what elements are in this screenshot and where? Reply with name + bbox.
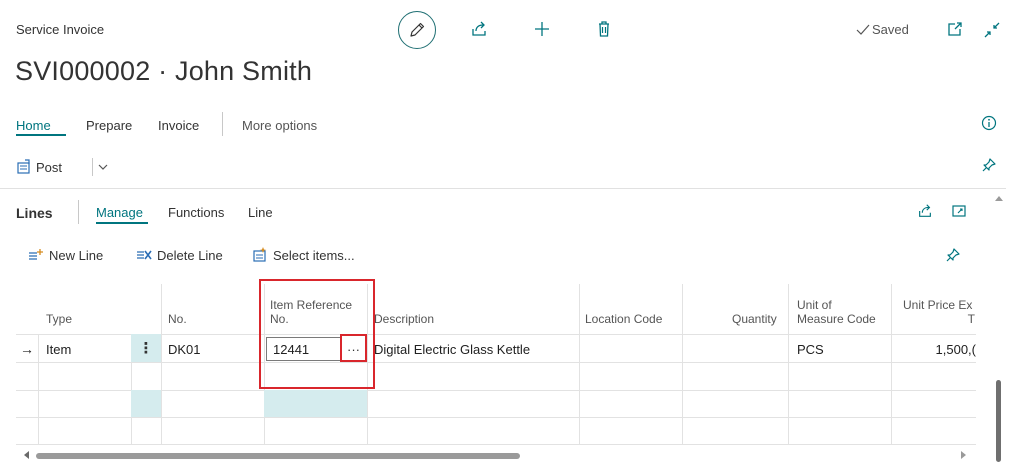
open-new-window-button[interactable] (946, 20, 964, 38)
row-indicator-arrow: → (20, 341, 34, 357)
empty-row-highlight (131, 390, 161, 417)
section-divider (0, 188, 1006, 189)
select-items-button[interactable]: Select items... (252, 245, 355, 265)
pencil-icon (410, 22, 425, 37)
tab-invoice[interactable]: Invoice (158, 118, 199, 133)
vertical-scrollbar-thumb[interactable] (996, 380, 1001, 462)
new-button[interactable] (531, 18, 553, 40)
plus-icon (535, 22, 549, 36)
grid-line (579, 284, 580, 444)
post-button[interactable]: Post (16, 156, 62, 178)
collapse-button[interactable] (982, 20, 1002, 40)
lines-expand-button[interactable] (950, 202, 968, 220)
column-header-location-code[interactable]: Location Code (585, 312, 662, 326)
lines-tab-functions[interactable]: Functions (168, 205, 224, 220)
share-button[interactable] (468, 18, 490, 40)
edit-button[interactable] (398, 11, 436, 49)
new-line-button[interactable]: New Line (28, 245, 103, 265)
cell-no[interactable]: DK01 (168, 342, 201, 357)
column-header-item-reference-line1: Item Reference (270, 298, 353, 312)
grid-line (16, 444, 976, 445)
grid-line (161, 284, 162, 444)
column-header-item-reference-line2: No. (270, 312, 289, 326)
delete-line-button[interactable]: Delete Line (136, 245, 223, 265)
lines-share-button[interactable] (916, 202, 934, 220)
pin-lines-actions-button[interactable] (944, 246, 962, 264)
lines-active-tab-indicator (96, 222, 148, 224)
grid-line (16, 417, 976, 418)
item-reference-lookup-button[interactable]: ··· (342, 338, 365, 360)
horizontal-scrollbar-thumb[interactable] (36, 453, 520, 459)
lines-divider (78, 200, 79, 224)
post-icon (17, 159, 30, 174)
collapse-icon (984, 22, 1000, 38)
column-header-uom-line1: Unit of (797, 298, 832, 312)
scroll-left-button[interactable] (22, 450, 32, 460)
row-menu-button[interactable]: ⋮ (131, 334, 161, 362)
column-header-uom-line2: Measure Code (797, 312, 876, 326)
grid-line (682, 284, 683, 444)
column-header-unit-price-line1: Unit Price Ex (903, 298, 973, 312)
chevron-down-icon (98, 164, 108, 170)
lines-tab-line[interactable]: Line (248, 205, 273, 220)
column-header-unit-of-measure[interactable]: Unit of Measure Code (797, 298, 876, 326)
cell-type[interactable]: Item (46, 342, 71, 357)
expand-icon (952, 205, 966, 217)
trash-icon (599, 21, 609, 37)
delete-button[interactable] (593, 18, 615, 40)
delete-line-icon (137, 250, 152, 260)
share-icon (472, 21, 486, 36)
column-header-quantity[interactable]: Quantity (732, 312, 777, 326)
page-caption: Service Invoice (16, 22, 105, 37)
cell-description[interactable]: Digital Electric Glass Kettle (374, 342, 530, 357)
tab-prepare[interactable]: Prepare (86, 118, 132, 133)
column-header-unit-price[interactable]: Unit Price Ex T (903, 298, 975, 326)
tab-home[interactable]: Home (16, 118, 51, 133)
column-header-unit-price-line2: T (967, 312, 975, 326)
new-line-label: New Line (49, 247, 104, 263)
pin-icon (946, 248, 960, 262)
grid-line (264, 284, 265, 444)
scroll-up-button[interactable] (994, 194, 1004, 204)
column-header-description[interactable]: Description (374, 312, 434, 326)
lines-title: Lines (16, 205, 53, 221)
tab-divider (222, 112, 223, 136)
popout-icon (948, 22, 962, 36)
share-icon (919, 204, 931, 217)
saved-status: Saved (856, 22, 909, 37)
triangle-left-icon (24, 451, 29, 459)
saved-label: Saved (872, 22, 909, 37)
post-dropdown-button[interactable] (96, 160, 110, 174)
cell-unit-price[interactable]: 1,500,( (898, 342, 976, 357)
select-items-label: Select items... (273, 247, 355, 263)
scroll-right-button[interactable] (958, 450, 968, 460)
grid-line (788, 284, 789, 444)
item-reference-input[interactable]: 12441 (266, 337, 341, 361)
active-tab-indicator (16, 134, 66, 136)
grid-line (38, 334, 39, 444)
empty-row-highlight (264, 390, 367, 417)
cell-unit-of-measure[interactable]: PCS (797, 342, 824, 357)
pin-action-bar-button[interactable] (980, 156, 998, 174)
select-items-icon (253, 247, 267, 262)
new-line-icon (29, 249, 43, 260)
triangle-right-icon (961, 451, 966, 459)
post-separator (92, 158, 93, 176)
delete-line-label: Delete Line (157, 247, 223, 263)
triangle-up-icon (995, 196, 1003, 201)
column-header-item-reference[interactable]: Item Reference No. (270, 298, 352, 326)
grid-line (367, 284, 368, 444)
lines-tab-manage[interactable]: Manage (96, 205, 143, 220)
post-label: Post (36, 159, 63, 175)
info-button[interactable] (980, 114, 998, 132)
pin-icon (982, 158, 996, 172)
grid-line (891, 284, 892, 444)
page-title: SVI000002 · John Smith (15, 56, 313, 86)
tab-more-options[interactable]: More options (242, 118, 317, 133)
grid-line (16, 362, 976, 363)
column-header-no[interactable]: No. (168, 312, 187, 326)
info-icon (981, 115, 997, 131)
checkmark-icon (856, 24, 870, 35)
column-header-type[interactable]: Type (46, 312, 72, 326)
